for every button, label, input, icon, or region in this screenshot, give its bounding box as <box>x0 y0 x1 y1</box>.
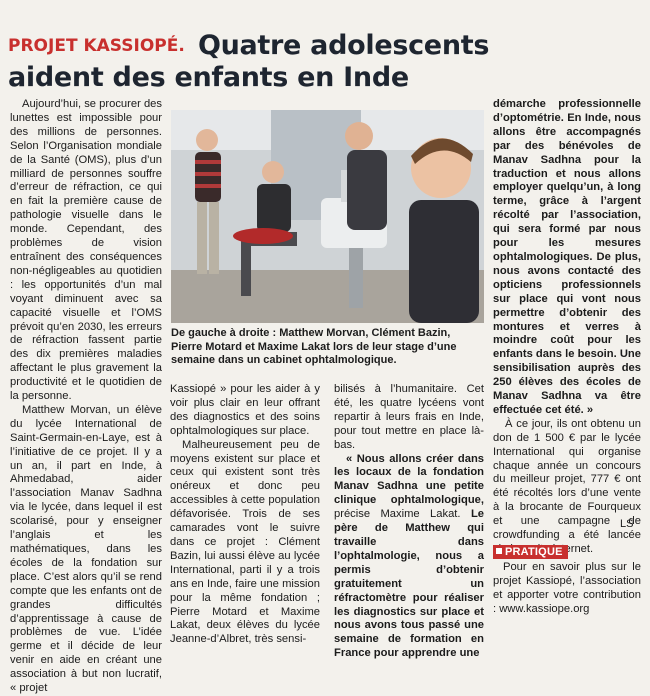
column4-quote-end: démarche professionnelle d’optométrie. E… <box>493 98 641 416</box>
column2-paragraph-1: Kassiopé » pour les aider à y voir plus … <box>170 383 320 437</box>
column4-paragraph-2: À ce jour, ils ont obtenu un don de 1 50… <box>493 417 641 555</box>
author-signature: LS <box>620 518 634 530</box>
column3-paragraph-1: bilisés à l’humanitaire. Cet été, les qu… <box>334 383 484 451</box>
column3-paragraph-2: « Nous allons créer dans les locaux de l… <box>334 453 484 662</box>
article-photo <box>171 110 484 323</box>
quote-continuation: Le père de Matthew qui travaille dans l’… <box>334 508 484 660</box>
pratique-box: Pour en savoir plus sur le projet Kassio… <box>493 561 641 617</box>
headline-title-line1: Quatre adolescents <box>197 30 490 61</box>
photo-caption: De gauche à droite : Matthew Morvan, Clé… <box>171 327 457 366</box>
column2-paragraph-2: Malheureusement peu de moyens existent s… <box>170 438 320 646</box>
article-column-3: bilisés à l’humanitaire. Cet été, les qu… <box>334 383 484 661</box>
square-bullet-icon <box>496 548 502 554</box>
quote-attribution: précise Maxime Lakat. <box>334 508 461 521</box>
pratique-label: PRATIQUE <box>493 545 568 559</box>
column1-paragraph-2: Matthew Morvan, un élève du lycée Intern… <box>10 403 162 695</box>
headline-rubric: PROJET KASSIOPÉ. <box>8 36 185 56</box>
article-column-2: Kassiopé » pour les aider à y voir plus … <box>170 383 320 647</box>
article-column-4: démarche professionnelle d’optométrie. E… <box>493 98 641 557</box>
quote-start: « Nous allons créer dans les locaux de l… <box>334 452 484 507</box>
pratique-text: Pour en savoir plus sur le projet Kassio… <box>493 561 641 615</box>
newspaper-page: PROJET KASSIOPÉ. Quatre adolescents aide… <box>0 0 650 694</box>
pratique-label-text: PRATIQUE <box>505 546 563 558</box>
article-column-1: Aujourd’hui, se procurer des lunettes es… <box>10 98 162 696</box>
column1-paragraph-1: Aujourd’hui, se procurer des lunettes es… <box>10 98 162 403</box>
photo-illustration <box>171 110 484 323</box>
headline-title-line2: aident des enfants en Inde <box>8 62 409 93</box>
headline: PROJET KASSIOPÉ. Quatre adolescents aide… <box>8 30 642 93</box>
